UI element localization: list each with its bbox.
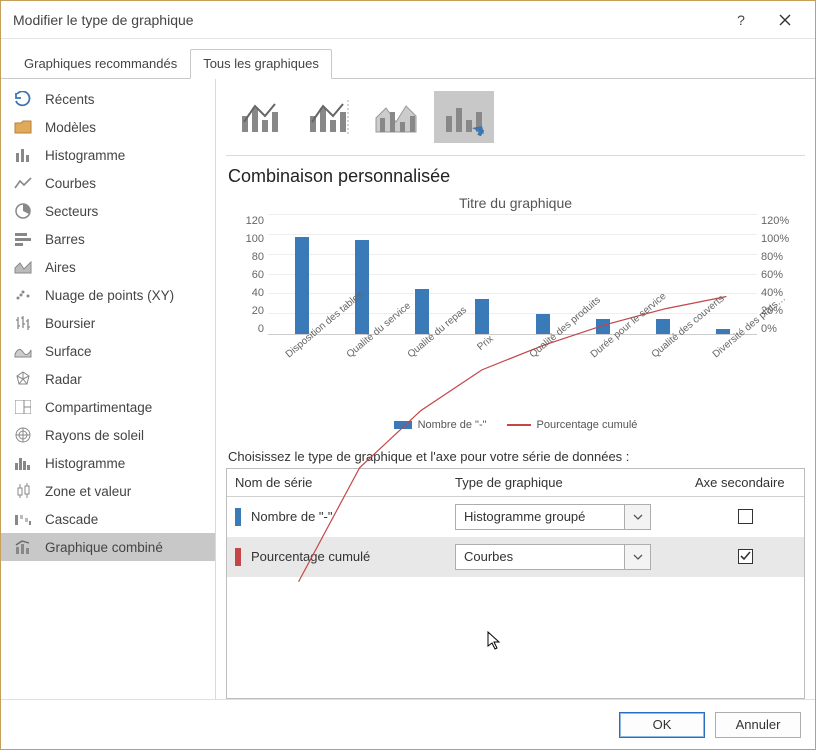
sidebar-item-label: Modèles [45,120,96,135]
sidebar-item-templates[interactable]: Modèles [1,113,215,141]
sidebar-item-histogram[interactable]: Histogramme [1,449,215,477]
sidebar-item-label: Récents [45,92,95,107]
sidebar-item-recents[interactable]: Récents [1,85,215,113]
chart-title: Titre du graphique [228,193,803,215]
sidebar-item-label: Rayons de soleil [45,428,144,443]
sidebar-item-radar[interactable]: Radar [1,365,215,393]
close-button[interactable] [763,5,807,35]
sidebar-item-label: Cascade [45,512,98,527]
tab-all[interactable]: Tous les graphiques [190,49,332,79]
sidebar-item-combo[interactable]: Graphique combiné [1,533,215,561]
dialog-window: Modifier le type de graphique ? Graphiqu… [0,0,816,750]
combo-variant-2[interactable] [298,91,358,143]
ok-button[interactable]: OK [619,712,705,738]
treemap-icon [13,398,33,416]
area-chart-icon [13,258,33,276]
bar-chart-icon [13,230,33,248]
sunburst-icon [13,426,33,444]
series-color-swatch [235,508,241,526]
sidebar-item-label: Barres [45,232,85,247]
sidebar-item-label: Courbes [45,176,96,191]
sidebar-item-stock[interactable]: Boursier [1,309,215,337]
sidebar-item-sunburst[interactable]: Rayons de soleil [1,421,215,449]
combo-variant-1[interactable] [230,91,290,143]
line-chart-icon [13,174,33,192]
titlebar: Modifier le type de graphique ? [1,1,815,39]
series-table-empty [227,577,804,698]
sidebar-item-label: Histogramme [45,456,125,471]
tab-recommended[interactable]: Graphiques recommandés [11,49,190,79]
sidebar-item-label: Boursier [45,316,95,331]
combo-variant-icon [374,98,418,136]
sidebar-item-label: Compartimentage [45,400,152,415]
combo-variants [226,85,805,156]
section-title: Combinaison personnalisée [226,156,805,193]
tabbar: Graphiques recommandés Tous les graphiqu… [1,39,815,79]
sidebar-item-area[interactable]: Aires [1,253,215,281]
radar-chart-icon [13,370,33,388]
combo-variant-icon [238,98,282,136]
combo-variant-icon [442,98,486,136]
sidebar-item-pie[interactable]: Secteurs [1,197,215,225]
sidebar-item-label: Radar [45,372,82,387]
plot-wrap: Disposition des tablesQualité du service… [268,215,757,415]
sidebar-item-label: Zone et valeur [45,484,131,499]
surface-chart-icon [13,342,33,360]
window-title: Modifier le type de graphique [9,12,719,28]
stock-chart-icon [13,314,33,332]
close-icon [779,14,791,26]
sidebar-item-boxwhisker[interactable]: Zone et valeur [1,477,215,505]
sidebar-item-scatter[interactable]: Nuage de points (XY) [1,281,215,309]
dialog-body: Récents Modèles Histogramme Courbes Sect… [1,79,815,699]
sidebar-item-line[interactable]: Courbes [1,169,215,197]
combo-variant-3[interactable] [366,91,426,143]
sidebar-item-label: Secteurs [45,204,98,219]
series-color-swatch [235,548,241,566]
cancel-button[interactable]: Annuler [715,712,801,738]
mouse-cursor-icon [487,631,501,651]
chart-preview: Titre du graphique 120100806040200 [226,193,805,445]
pie-chart-icon [13,202,33,220]
main-panel: Combinaison personnalisée Titre du graph… [216,79,815,699]
dialog-footer: OK Annuler [1,699,815,749]
column-chart-icon [13,146,33,164]
waterfall-icon [13,510,33,528]
sidebar-item-bar[interactable]: Barres [1,225,215,253]
combo-chart-icon [13,538,33,556]
histogram-icon [13,454,33,472]
recent-icon [13,90,33,108]
sidebar-item-surface[interactable]: Surface [1,337,215,365]
sidebar-item-label: Surface [45,344,92,359]
combo-variant-icon [306,98,350,136]
sidebar-item-waterfall[interactable]: Cascade [1,505,215,533]
help-button[interactable]: ? [719,5,763,35]
scatter-chart-icon [13,286,33,304]
sidebar-item-column[interactable]: Histogramme [1,141,215,169]
sidebar-item-label: Graphique combiné [45,540,163,555]
sidebar-item-label: Aires [45,260,76,275]
box-whisker-icon [13,482,33,500]
combo-variant-custom[interactable] [434,91,494,143]
chart-type-sidebar[interactable]: Récents Modèles Histogramme Courbes Sect… [1,79,216,699]
chart-area: 120100806040200 Disp [228,215,803,415]
sidebar-item-treemap[interactable]: Compartimentage [1,393,215,421]
y-axis-primary: 120100806040200 [228,215,268,335]
sidebar-item-label: Histogramme [45,148,125,163]
sidebar-item-label: Nuage de points (XY) [45,288,174,303]
folder-icon [13,118,33,136]
